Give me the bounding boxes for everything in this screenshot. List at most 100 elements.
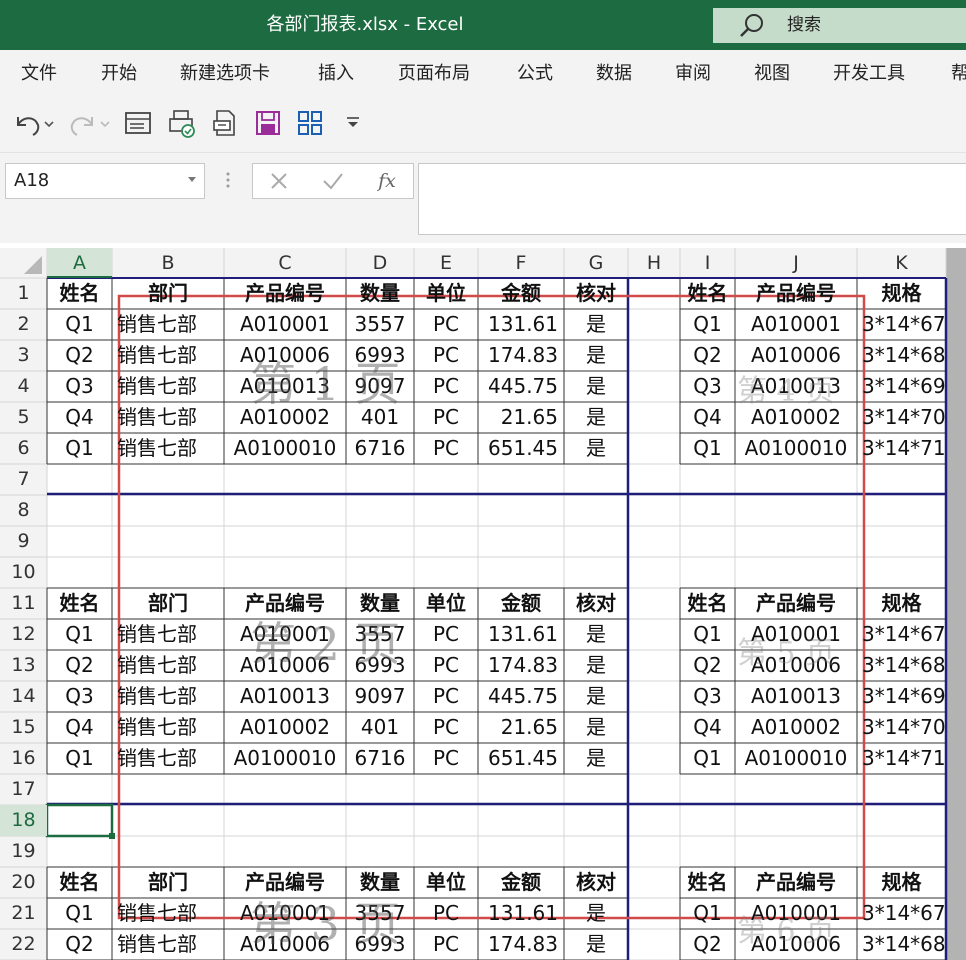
header-cell[interactable]: 产品编号 [224,278,346,309]
table-cell[interactable]: 401 [346,712,414,743]
table-cell[interactable]: 3*14*67 [857,309,946,340]
table-cell[interactable]: 3557 [346,309,414,340]
header-cell[interactable]: 姓名 [47,867,112,898]
table-cell[interactable]: 3*14*69 [857,371,946,402]
row-header-16[interactable]: 16 [0,743,47,774]
table-cell[interactable]: 651.45 [478,433,564,464]
table-cell[interactable]: 651.45 [478,743,564,774]
table-cell[interactable]: PC [414,433,478,464]
table-cell[interactable]: 是 [564,929,628,960]
table-cell[interactable]: 131.61 [478,898,564,929]
header-cell[interactable]: 姓名 [47,278,112,309]
table-cell[interactable]: 3*14*68 [857,650,946,681]
header-cell[interactable]: 部门 [112,867,224,898]
table-cell[interactable]: 销售七部 [112,650,224,681]
chevron-down-icon[interactable] [188,177,196,182]
grid-icon[interactable] [296,107,324,139]
tab-developer[interactable]: 开发工具 [833,50,905,97]
tab-review[interactable]: 审阅 [675,50,711,97]
table-cell[interactable]: A010013 [735,681,857,712]
table-cell[interactable]: PC [414,402,478,433]
table-cell[interactable]: 销售七部 [112,743,224,774]
table-cell[interactable]: 3*14*68 [857,929,946,960]
header-cell[interactable]: 核对 [564,588,628,619]
active-cell-cursor[interactable] [45,803,114,838]
redo-icon[interactable] [66,107,112,139]
row-header-11[interactable]: 11 [0,588,47,619]
column-header-e[interactable]: E [414,248,478,278]
table-cell[interactable]: Q2 [680,650,735,681]
table-cell[interactable]: A010002 [735,712,857,743]
table-cell[interactable]: 9097 [346,681,414,712]
table-cell[interactable]: 131.61 [478,309,564,340]
table-cell[interactable]: Q2 [680,929,735,960]
row-header-12[interactable]: 12 [0,619,47,650]
row-header-10[interactable]: 10 [0,557,47,588]
header-cell[interactable]: 产品编号 [735,867,857,898]
table-cell[interactable]: 174.83 [478,340,564,371]
table-cell[interactable]: Q4 [47,712,112,743]
table-cell[interactable]: PC [414,340,478,371]
row-header-17[interactable]: 17 [0,774,47,805]
table-cell[interactable]: Q1 [47,743,112,774]
row-header-8[interactable]: 8 [0,495,47,526]
table-cell[interactable]: A010001 [735,309,857,340]
tab-insert[interactable]: 插入 [318,50,354,97]
row-header-21[interactable]: 21 [0,898,47,929]
table-cell[interactable]: 131.61 [478,619,564,650]
table-cell[interactable]: 销售七部 [112,681,224,712]
table-cell[interactable]: 是 [564,650,628,681]
header-cell[interactable]: 金额 [478,278,564,309]
search-box[interactable]: 搜索 [713,8,966,43]
save-icon[interactable] [254,107,282,139]
header-cell[interactable]: 姓名 [680,588,735,619]
table-cell[interactable]: A010002 [224,712,346,743]
tab-view[interactable]: 视图 [754,50,790,97]
table-cell[interactable]: PC [414,898,478,929]
header-cell[interactable]: 单位 [414,588,478,619]
table-cell[interactable]: PC [414,371,478,402]
tab-home[interactable]: 开始 [101,50,137,97]
table-cell[interactable]: 销售七部 [112,402,224,433]
table-cell[interactable]: A0100010 [735,743,857,774]
row-header-4[interactable]: 4 [0,371,47,402]
header-cell[interactable]: 产品编号 [735,588,857,619]
row-header-14[interactable]: 14 [0,681,47,712]
column-header-k[interactable]: K [857,248,946,278]
header-cell[interactable]: 姓名 [680,867,735,898]
table-cell[interactable]: 销售七部 [112,898,224,929]
table-cell[interactable]: Q1 [47,309,112,340]
table-cell[interactable]: 销售七部 [112,712,224,743]
table-cell[interactable]: 21.65 [478,402,564,433]
column-header-g[interactable]: G [564,248,628,278]
table-cell[interactable]: 6716 [346,743,414,774]
table-cell[interactable]: 445.75 [478,371,564,402]
table-cell[interactable]: 是 [564,712,628,743]
table-cell[interactable]: Q1 [680,898,735,929]
table-cell[interactable]: 是 [564,402,628,433]
undo-icon[interactable] [10,107,56,139]
table-cell[interactable]: 3*14*67 [857,619,946,650]
row-header-7[interactable]: 7 [0,464,47,495]
header-cell[interactable]: 金额 [478,867,564,898]
table-cell[interactable]: A010013 [224,681,346,712]
row-header-1[interactable]: 1 [0,278,47,309]
table-cell[interactable]: Q2 [47,929,112,960]
table-cell[interactable]: 是 [564,743,628,774]
enter-icon[interactable] [313,164,353,198]
row-header-6[interactable]: 6 [0,433,47,464]
table-cell[interactable]: 174.83 [478,929,564,960]
table-cell[interactable]: PC [414,743,478,774]
tab-file[interactable]: 文件 [21,50,57,97]
table-cell[interactable]: PC [414,619,478,650]
column-header-i[interactable]: I [680,248,735,278]
table-cell[interactable]: A0100010 [224,743,346,774]
table-cell[interactable]: 是 [564,433,628,464]
table-cell[interactable]: Q4 [680,712,735,743]
customize-icon[interactable] [343,107,363,139]
table-cell[interactable]: PC [414,309,478,340]
row-header-20[interactable]: 20 [0,867,47,898]
tab-data[interactable]: 数据 [596,50,632,97]
header-cell[interactable]: 规格 [857,588,946,619]
column-header-a[interactable]: A [47,248,112,278]
